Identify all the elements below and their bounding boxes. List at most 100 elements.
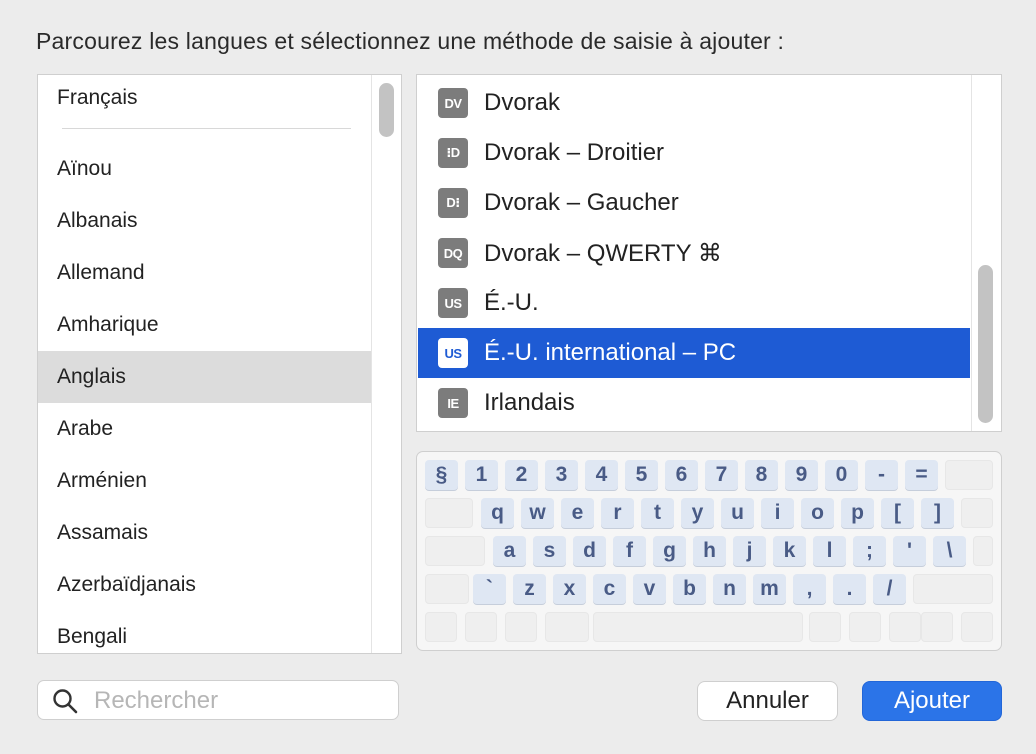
keyboard-key: m [753,574,786,604]
language-item[interactable]: Arabe [38,403,371,455]
keyboard-key: x [553,574,586,604]
keyboard-key: 5 [625,460,658,490]
input-method-scrollbar[interactable] [978,265,993,423]
keyboard-key: 0 [825,460,858,490]
keyboard-key-blank [425,536,485,566]
keyboard-key: 3 [545,460,578,490]
keyboard-key: , [793,574,826,604]
language-list-scroll-gutter [371,75,372,653]
keyboard-key: 2 [505,460,538,490]
search-icon [53,689,78,714]
keyboard-key: j [733,536,766,566]
language-item[interactable]: Aïnou [38,143,371,195]
keyboard-key: k [773,536,806,566]
language-list[interactable]: Français Aïnou Albanais Allemand Amhariq… [37,74,402,654]
keyboard-key: l [813,536,846,566]
keyboard-key-blank [425,612,457,642]
language-list-scrollbar[interactable] [379,83,394,137]
keyboard-key: 6 [665,460,698,490]
keyboard-key: . [833,574,866,604]
keyboard-key-blank [921,612,953,642]
keyboard-key: u [721,498,754,528]
cancel-button[interactable]: Annuler [697,681,838,721]
keyboard-key: - [865,460,898,490]
input-method-scroll-gutter [971,75,972,431]
keyboard-key: \ [933,536,966,566]
keyboard-key: 9 [785,460,818,490]
keyboard-key: 1 [465,460,498,490]
language-list-divider [62,128,351,129]
language-item[interactable]: Azerbaïdjanais [38,559,371,611]
input-method-label: É.-U. international – PC [484,339,737,366]
keyboard-key: f [613,536,646,566]
input-source-icon: DQ [438,238,468,268]
input-method-item[interactable]: DQ Dvorak – QWERTY ⌘ [418,228,970,278]
input-method-label: Dvorak – Droitier [484,139,665,166]
language-item[interactable]: Bengali [38,611,371,653]
input-method-item[interactable]: IE Irlandais [418,378,970,428]
keyboard-key-blank [961,498,993,528]
keyboard-key: p [841,498,874,528]
input-method-label: É.-U. [484,289,539,316]
keyboard-key-blank [465,612,497,642]
language-item-selected[interactable]: Anglais [38,351,371,403]
keyboard-key: e [561,498,594,528]
keyboard-key-blank [913,574,993,604]
keyboard-key-blank [425,574,469,604]
search-input[interactable] [92,685,396,717]
keyboard-key: a [493,536,526,566]
keyboard-key-blank [961,612,993,642]
input-method-item[interactable]: DV Dvorak [418,78,970,128]
keyboard-key: v [633,574,666,604]
keyboard-key: c [593,574,626,604]
keyboard-key-blank [889,612,921,642]
input-source-icon: US [438,288,468,318]
keyboard-key-blank [545,612,589,642]
input-method-item-selected[interactable]: US É.-U. international – PC [418,328,970,378]
keyboard-key: ' [893,536,926,566]
keyboard-key: y [681,498,714,528]
keyboard-key: w [521,498,554,528]
input-source-icon: DV [438,88,468,118]
keyboard-key: r [601,498,634,528]
input-method-list[interactable]: DV Dvorak ⁝D Dvorak – Droitier D⁝ Dvorak… [416,74,1002,432]
language-item-francais[interactable]: Français [38,75,371,119]
input-method-item[interactable]: D⁝ Dvorak – Gaucher [418,178,970,228]
keyboard-key: 4 [585,460,618,490]
keyboard-key-blank [973,536,993,566]
input-method-item[interactable]: ⁝D Dvorak – Droitier [418,128,970,178]
language-item[interactable]: Albanais [38,195,371,247]
input-method-item[interactable]: US É.-U. [418,278,970,328]
keyboard-preview: § 1 2 3 4 5 6 7 8 9 0- = q w e r t y u i o p[] a s d f g h j k l; ' \ ` z x… [416,451,1002,651]
keyboard-key: 7 [705,460,738,490]
keyboard-key: b [673,574,706,604]
keyboard-key: [ [881,498,914,528]
keyboard-key: ` [473,574,506,604]
keyboard-key: z [513,574,546,604]
keyboard-key: i [761,498,794,528]
keyboard-key: h [693,536,726,566]
keyboard-key: ] [921,498,954,528]
input-source-icon: D⁝ [438,188,468,218]
keyboard-key: s [533,536,566,566]
input-method-label: Dvorak – Gaucher [484,189,679,216]
input-source-icon: US [438,338,468,368]
keyboard-key: § [425,460,458,490]
keyboard-key-blank [425,498,473,528]
language-item[interactable]: Amharique [38,299,371,351]
language-item[interactable]: Assamais [38,507,371,559]
language-item[interactable]: Arménien [38,455,371,507]
add-button[interactable]: Ajouter [862,681,1002,721]
keyboard-key: q [481,498,514,528]
keyboard-key: t [641,498,674,528]
keyboard-key-blank [809,612,841,642]
search-field[interactable] [37,680,399,720]
keyboard-key: d [573,536,606,566]
language-item[interactable]: Allemand [38,247,371,299]
input-method-label: Dvorak – QWERTY ⌘ [484,239,722,267]
input-source-icon: ⁝D [438,138,468,168]
keyboard-key-blank [593,612,803,642]
keyboard-key-blank [849,612,881,642]
dialog-title: Parcourez les langues et sélectionnez un… [36,28,785,54]
keyboard-key: n [713,574,746,604]
